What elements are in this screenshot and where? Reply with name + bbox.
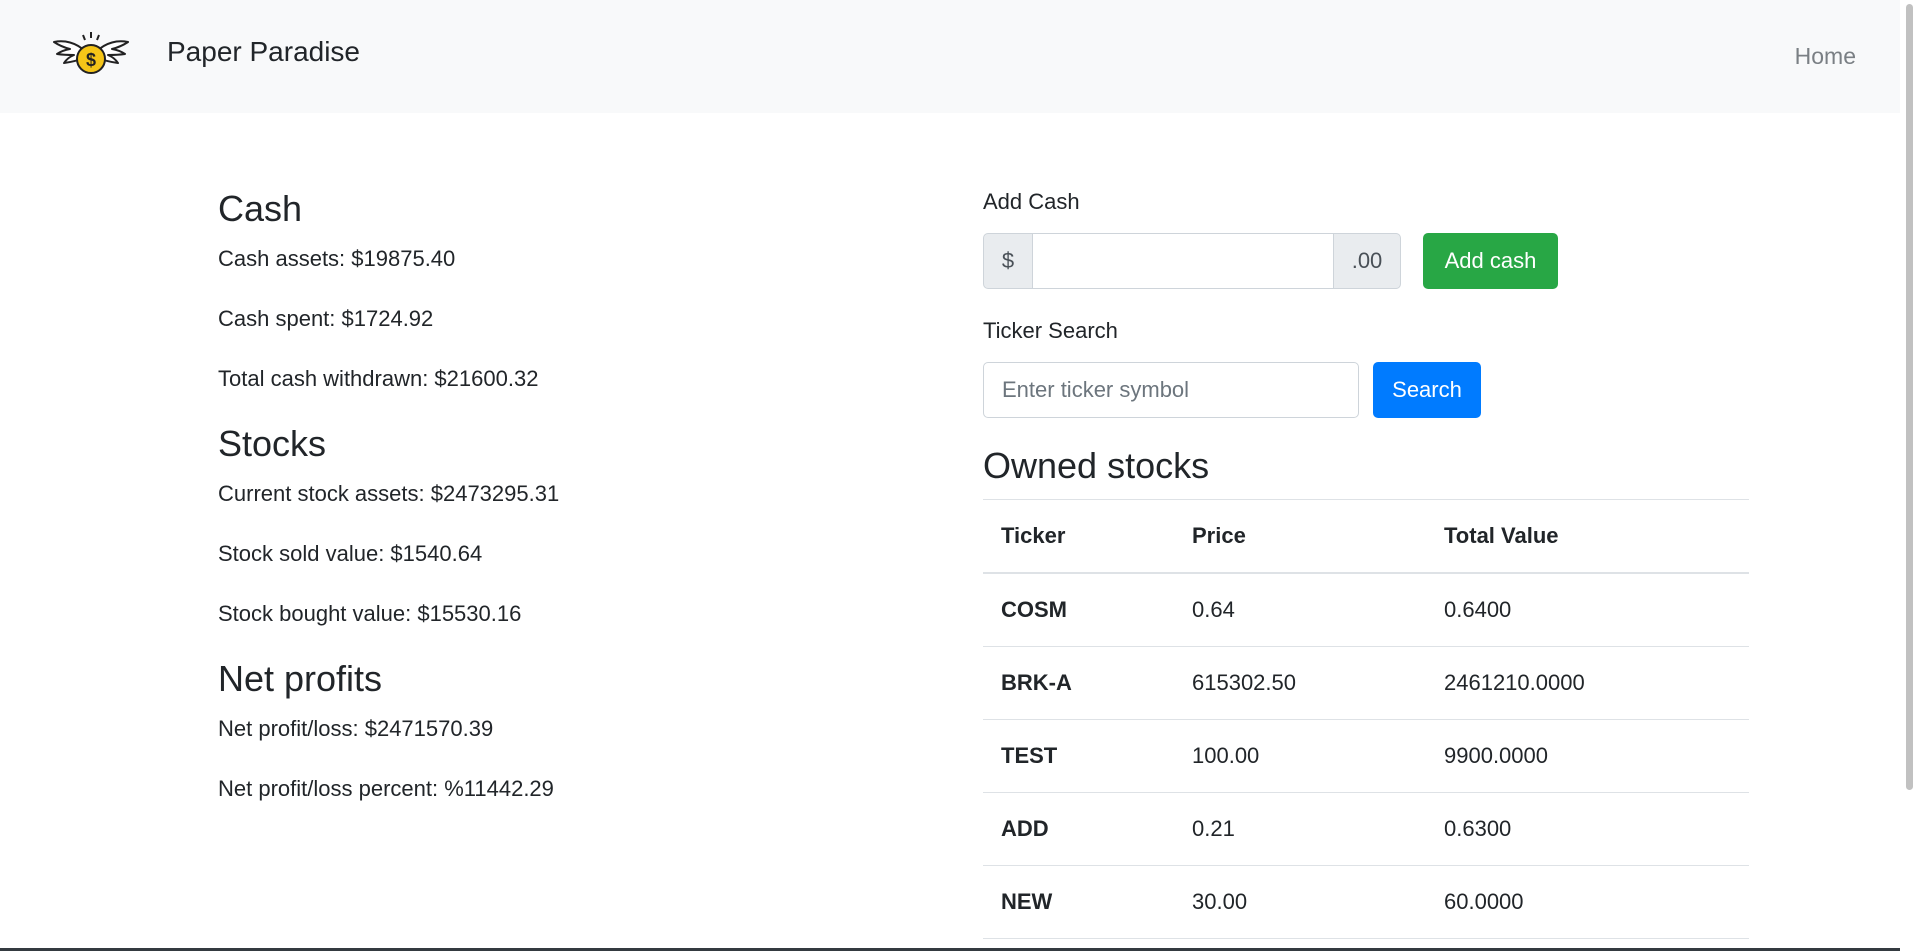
- cash-heading: Cash: [218, 188, 303, 229]
- owned-stocks-heading: Owned stocks: [983, 445, 1210, 486]
- table-header-row: Ticker Price Total Value: [983, 499, 1749, 574]
- price-cell: 615302.50: [1174, 646, 1426, 720]
- ticker-cell: NEW: [983, 865, 1174, 939]
- search-button[interactable]: Search: [1373, 362, 1481, 418]
- price-cell: 0.21: [1174, 792, 1426, 866]
- price-cell: 0.64: [1174, 572, 1426, 647]
- cash-assets-text: Cash assets: $19875.40: [218, 246, 456, 271]
- total-value-cell: 60.0000: [1426, 865, 1749, 939]
- svg-text:$: $: [86, 50, 96, 70]
- current-stock-assets-text: Current stock assets: $2473295.31: [218, 481, 560, 506]
- net-profit-loss-text: Net profit/loss: $2471570.39: [218, 716, 494, 741]
- column-header-price: Price: [1174, 499, 1426, 574]
- ticker-cell: TEST: [983, 719, 1174, 793]
- owned-stocks-table: Ticker Price Total Value COSM 0.64 0.640…: [983, 499, 1749, 939]
- total-value-cell: 2461210.0000: [1426, 646, 1749, 720]
- ticker-cell: ADD: [983, 792, 1174, 866]
- table-row: COSM 0.64 0.6400: [983, 572, 1749, 647]
- brand-name[interactable]: Paper Paradise: [167, 36, 360, 68]
- winged-dollar-coin-icon[interactable]: $: [52, 30, 130, 80]
- stock-sold-value-text: Stock sold value: $1540.64: [218, 541, 483, 566]
- table-row: BRK-A 615302.50 2461210.0000: [983, 646, 1749, 720]
- cash-spent-text: Cash spent: $1724.92: [218, 306, 434, 331]
- column-header-ticker: Ticker: [983, 499, 1174, 574]
- total-value-cell: 9900.0000: [1426, 719, 1749, 793]
- cents-suffix: .00: [1333, 233, 1401, 289]
- table-row: TEST 100.00 9900.0000: [983, 719, 1749, 793]
- table-row: NEW 30.00 60.0000: [983, 865, 1749, 939]
- add-cash-input[interactable]: [1033, 233, 1333, 289]
- total-value-cell: 0.6300: [1426, 792, 1749, 866]
- net-profit-loss-percent-text: Net profit/loss percent: %11442.29: [218, 776, 554, 801]
- vertical-scrollbar[interactable]: [1900, 0, 1918, 951]
- total-value-cell: 0.6400: [1426, 572, 1749, 647]
- price-cell: 30.00: [1174, 865, 1426, 939]
- total-withdrawn-text: Total cash withdrawn: $21600.32: [218, 366, 539, 391]
- stocks-heading: Stocks: [218, 423, 327, 464]
- ticker-search-label: Ticker Search: [983, 318, 1118, 343]
- column-header-total-value: Total Value: [1426, 499, 1749, 574]
- add-cash-button[interactable]: Add cash: [1423, 233, 1558, 289]
- table-row: ADD 0.21 0.6300: [983, 792, 1749, 866]
- price-cell: 100.00: [1174, 719, 1426, 793]
- ticker-cell: COSM: [983, 572, 1174, 647]
- stock-bought-value-text: Stock bought value: $15530.16: [218, 601, 522, 626]
- scrollbar-thumb[interactable]: [1906, 4, 1913, 790]
- navbar: $ Paper Paradise Home: [0, 0, 1900, 113]
- ticker-cell: BRK-A: [983, 646, 1174, 720]
- add-cash-input-group: $ .00: [983, 233, 1401, 289]
- nav-home-link[interactable]: Home: [1795, 43, 1856, 70]
- net-profits-heading: Net profits: [218, 658, 383, 699]
- ticker-search-input[interactable]: [983, 362, 1359, 418]
- add-cash-label: Add Cash: [983, 189, 1080, 214]
- dollar-prefix: $: [983, 233, 1033, 289]
